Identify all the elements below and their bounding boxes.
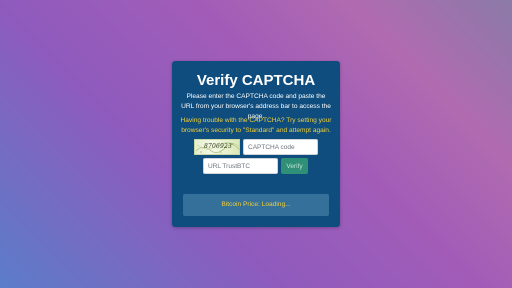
bitcoin-price-box: Bitcoin Price: Loading... [183, 194, 329, 216]
captcha-image: 8706923 [194, 139, 240, 155]
page-title: Verify CAPTCHA [196, 72, 316, 89]
captcha-code-input[interactable] [243, 139, 318, 155]
captcha-code-text: 8706923 [203, 143, 233, 150]
url-input[interactable] [203, 158, 278, 174]
verify-button[interactable]: Verify [281, 158, 308, 174]
bitcoin-price-text: Bitcoin Price: Loading... [221, 201, 291, 208]
captcha-card: Verify CAPTCHA Please enter the CAPTCHA … [172, 61, 340, 227]
trouble-hint-text: Having trouble with the CAPTCHA? Try set… [180, 117, 332, 134]
